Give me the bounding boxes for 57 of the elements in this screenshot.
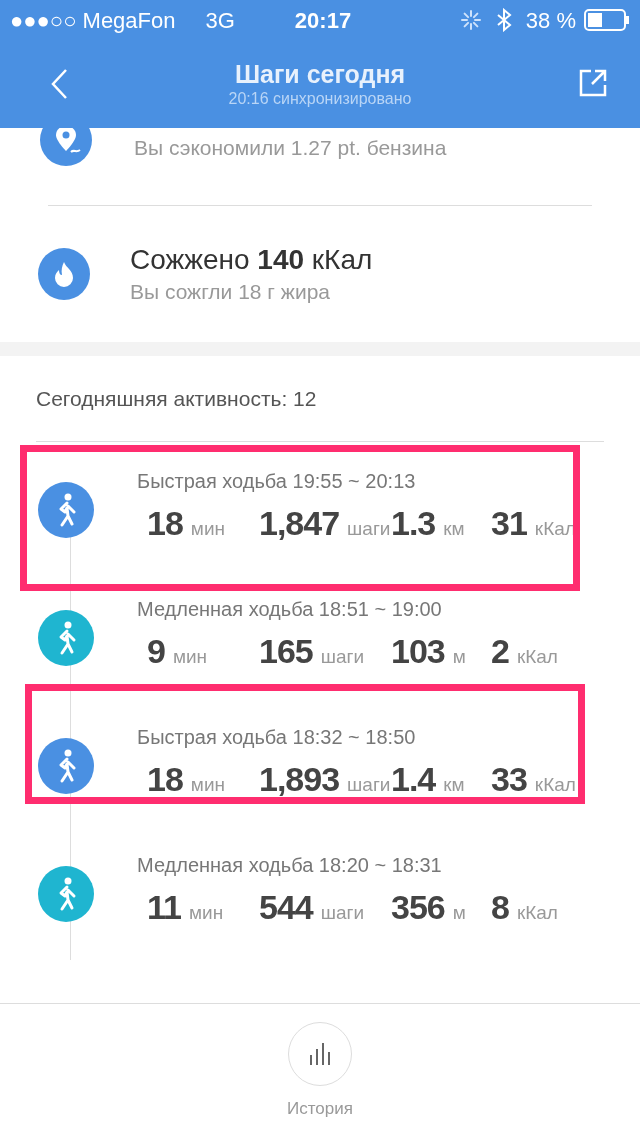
metric-value: 9 (147, 631, 165, 672)
battery-text: 38 % (525, 6, 576, 35)
metric-unit: м (452, 645, 466, 669)
metric-unit: мин (172, 645, 208, 669)
metric-value: 8 (491, 887, 509, 928)
activity-spinner-icon (459, 9, 482, 31)
stat-title: Сожжено 140 кКал (130, 243, 373, 277)
sync-status-text: 20:16 синхронизировано (228, 89, 412, 109)
walking-person-icon (38, 866, 94, 922)
metric-value: 1,893 (259, 759, 340, 800)
time-text: 20:17 (294, 6, 352, 35)
back-icon[interactable] (50, 68, 68, 100)
metric-unit: шаги (320, 901, 365, 925)
battery-icon (584, 9, 630, 31)
stat-subtitle: Вы сожгли 18 г жира (130, 279, 331, 305)
metric-unit: кКал (534, 773, 576, 797)
metric-unit: шаги (347, 773, 391, 797)
metric-unit: шаги (320, 645, 365, 669)
metric-unit: мин (190, 517, 225, 541)
screen-title: Шаги сегодня (234, 59, 406, 89)
metric-value: 1.4 (391, 759, 436, 800)
metric-value: 33 (491, 759, 527, 800)
stat-subtitle: Вы сэкономили 1.27 pt. бензина (134, 135, 447, 161)
metric-unit: шаги (347, 517, 391, 541)
metric-value: 356 (391, 887, 445, 928)
activity-title: Медленная ходьба 18:51 ~ 19:00 (137, 597, 443, 622)
metric-unit: мин (190, 773, 225, 797)
metric-value: 544 (259, 887, 313, 928)
activity-title: Быстрая ходьба 19:55 ~ 20:13 (137, 469, 417, 494)
bar-chart-icon (307, 1041, 333, 1067)
metric-value: 2 (491, 631, 509, 672)
metric-value: 1,847 (259, 503, 340, 544)
activity-title: Медленная ходьба 18:20 ~ 18:31 (137, 853, 443, 878)
flame-icon (38, 248, 90, 300)
walking-person-icon (38, 738, 94, 794)
metric-value: 18 (147, 759, 183, 800)
metric-unit: км (443, 517, 465, 541)
activity-title: Быстрая ходьба 18:32 ~ 18:50 (137, 725, 417, 750)
bluetooth-icon (495, 8, 512, 32)
metric-unit: кКал (516, 901, 558, 925)
metric-value: 18 (147, 503, 183, 544)
metric-value: 165 (259, 631, 313, 672)
walking-person-icon (38, 610, 94, 666)
metric-unit: кКал (516, 645, 558, 669)
share-icon[interactable] (578, 68, 608, 98)
metric-value: 31 (491, 503, 527, 544)
history-label[interactable]: История (287, 1096, 353, 1122)
activity-count-text: Сегодняшняя активность: 12 (36, 385, 317, 412)
metric-value: 11 (147, 887, 181, 928)
network-text: 3G (205, 6, 235, 35)
metric-unit: мин (188, 901, 224, 925)
carrier-text: ●●●○○ MegaFon (10, 6, 176, 35)
metric-unit: км (443, 773, 465, 797)
metric-value: 1.3 (391, 503, 436, 544)
metric-unit: м (452, 901, 466, 925)
metric-value: 103 (391, 631, 445, 672)
walking-person-icon (38, 482, 94, 538)
